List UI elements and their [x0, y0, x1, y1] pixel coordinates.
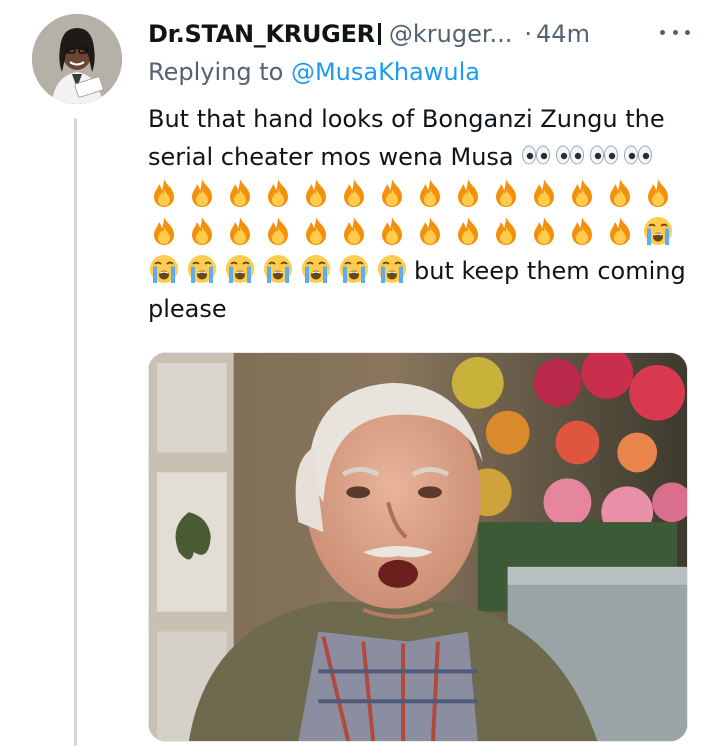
fire-emoji-icon — [300, 215, 332, 247]
fire-emoji-icon — [414, 177, 446, 209]
fire-emoji-icon — [604, 215, 636, 247]
fire-emoji-icon — [528, 177, 560, 209]
tweet-line-5: but keep them coming — [148, 252, 698, 290]
fire-emoji-icon — [642, 177, 674, 209]
loudly-crying-emoji-icon — [300, 253, 332, 285]
cry-emoji-group — [148, 255, 414, 285]
fire-emoji-icon — [376, 177, 408, 209]
tweet-header: Dr.STAN_KRUGER @kruger... · 44m — [148, 14, 690, 54]
loudly-crying-emoji-icon — [642, 215, 674, 247]
more-dots-icon[interactable] — [660, 20, 690, 44]
name-separator-bar — [377, 23, 381, 45]
tweet-line-2: serial cheater mos wena Musa — [148, 138, 698, 176]
fire-emoji-icon — [300, 177, 332, 209]
loudly-crying-emoji-icon — [262, 253, 294, 285]
loudly-crying-emoji-icon — [148, 253, 180, 285]
eyes-emoji-icon — [623, 143, 653, 167]
display-name[interactable]: Dr.STAN_KRUGER — [148, 20, 375, 48]
fire-emoji-icon — [186, 215, 218, 247]
fire-emoji-icon — [490, 177, 522, 209]
fire-emoji-icon — [566, 177, 598, 209]
tweet-text: But that hand looks of Bonganzi Zungu th… — [148, 100, 698, 328]
meme-image — [149, 353, 687, 741]
user-handle[interactable]: @kruger... — [389, 20, 513, 48]
fire-emoji-icon — [452, 177, 484, 209]
replying-to: Replying to @MusaKhawula — [148, 58, 480, 86]
tweet-line-6: please — [148, 295, 227, 323]
fire-emoji-icon — [452, 215, 484, 247]
fire-emoji-icon — [186, 177, 218, 209]
fire-emoji-icon — [224, 177, 256, 209]
avatar-image — [32, 14, 122, 104]
fire-emoji-icon — [528, 215, 560, 247]
replying-mention-link[interactable]: @MusaKhawula — [291, 58, 480, 86]
avatar[interactable] — [32, 14, 122, 104]
tweet-line-2-text: serial cheater mos wena Musa — [148, 143, 514, 171]
tweet-time[interactable]: 44m — [536, 20, 590, 48]
fire-emoji-icon — [338, 215, 370, 247]
replying-label: Replying to — [148, 58, 284, 86]
tweet-line-1: But that hand looks of Bonganzi Zungu th… — [148, 105, 665, 133]
fire-emoji-icon — [148, 215, 180, 247]
fire-emoji-icon — [262, 177, 294, 209]
eyes-emoji-icon — [521, 143, 551, 167]
eyes-emoji-icon — [555, 143, 585, 167]
fire-emoji-icon — [224, 215, 256, 247]
tweet-media-image[interactable] — [148, 352, 688, 742]
loudly-crying-emoji-icon — [338, 253, 370, 285]
eyes-emoji-group — [521, 143, 657, 171]
fire-emoji-icon — [376, 215, 408, 247]
fire-emoji-icon — [262, 215, 294, 247]
fire-emoji-row-1 — [148, 176, 698, 214]
fire-emoji-icon — [338, 177, 370, 209]
loudly-crying-emoji-icon — [224, 253, 256, 285]
fire-emoji-row-2 — [148, 214, 698, 252]
eyes-emoji-icon — [589, 143, 619, 167]
loudly-crying-emoji-icon — [186, 253, 218, 285]
thread-line — [74, 118, 77, 746]
loudly-crying-emoji-icon — [376, 253, 408, 285]
fire-emoji-icon — [414, 215, 446, 247]
fire-emoji-icon — [490, 215, 522, 247]
fire-emoji-icon — [148, 177, 180, 209]
fire-emoji-icon — [566, 215, 598, 247]
time-separator: · — [524, 20, 533, 48]
tweet-line-5-text: but keep them coming — [414, 257, 686, 285]
fire-emoji-icon — [604, 177, 636, 209]
